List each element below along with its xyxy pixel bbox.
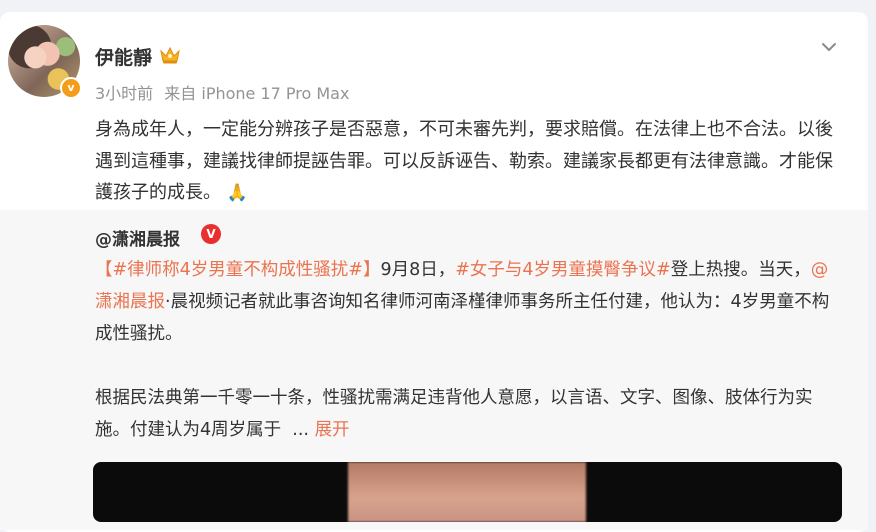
ellipsis: ... xyxy=(292,420,309,440)
retweet-text: 9月8日， xyxy=(380,260,456,280)
expand-link[interactable]: 展开 xyxy=(315,420,350,440)
retweet-body: 【#律师称4岁男童不构成性骚扰#】9月8日，#女子与4岁男童摸臀争议#登上热搜。… xyxy=(95,254,835,446)
hashtag-link[interactable]: 【#律师称4岁男童不构成性骚扰#】 xyxy=(95,260,380,280)
verified-badge-icon: v xyxy=(60,77,82,99)
chevron-down-icon[interactable] xyxy=(818,36,840,58)
retweet-paragraph: 根据民法典第一千零一十条，性骚扰需满足违背他人意愿，以言语、文字、图像、肢体行为… xyxy=(95,388,813,440)
post-meta: 3小时前 来自 iPhone 17 Pro Max xyxy=(95,80,349,104)
crown-icon xyxy=(160,46,180,64)
retweet-text: ·晨视频记者就此事咨询知名律师河南泽槿律师事务所主任付建，他认为：4岁男童不构成… xyxy=(95,292,830,344)
retweet-text: 登上热搜。当天， xyxy=(670,260,811,280)
pray-emoji-icon: 🙏 xyxy=(226,183,248,203)
post-text: 身為成年人，一定能分辨孩子是否惡意，不可未審先判，要求賠償。在法律上也不合法。以… xyxy=(95,119,833,203)
hashtag-link[interactable]: #女子与4岁男童摸臀争议# xyxy=(455,260,670,280)
post-time[interactable]: 3小时前 xyxy=(95,84,153,103)
author-name[interactable]: 伊能靜 xyxy=(95,43,152,70)
retweet-author[interactable]: @潇湘晨报 xyxy=(95,225,180,250)
video-thumbnail xyxy=(348,462,586,522)
video-media[interactable] xyxy=(93,462,842,522)
post-source: 来自 iPhone 17 Pro Max xyxy=(164,84,350,103)
post-body: 身為成年人，一定能分辨孩子是否惡意，不可未審先判，要求賠償。在法律上也不合法。以… xyxy=(95,114,850,210)
vip-v-icon: V xyxy=(201,224,221,244)
